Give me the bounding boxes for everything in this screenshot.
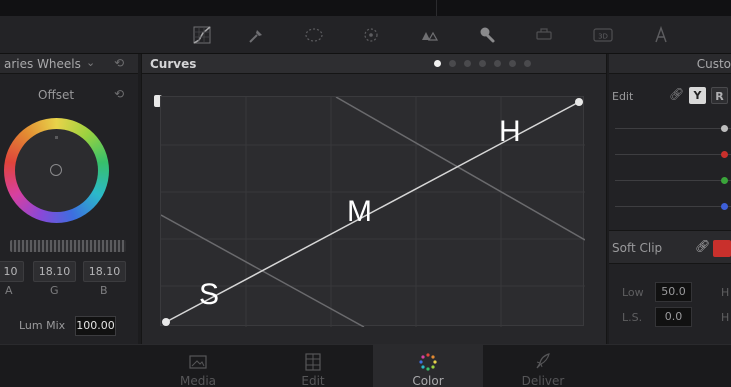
pager-dot[interactable]: [479, 60, 486, 67]
channel-y-button[interactable]: Y: [689, 87, 706, 104]
slider-handle[interactable]: [721, 177, 728, 184]
page-label: Deliver: [521, 374, 565, 387]
page-label: Edit: [301, 374, 325, 387]
wheel-reset-icon[interactable]: ⟲: [114, 87, 124, 101]
pager-dot[interactable]: [449, 60, 456, 67]
pager-dot[interactable]: [464, 60, 471, 67]
page-label: Media: [179, 374, 217, 387]
deliver-icon: [536, 353, 550, 369]
link-icon[interactable]: 🔗︎: [695, 239, 710, 253]
color-icon: [419, 353, 437, 371]
window-icon[interactable]: [303, 24, 325, 46]
magic-mask-icon[interactable]: [418, 24, 440, 46]
3d-label: 3D: [598, 33, 608, 41]
ls-label: L.S.: [622, 311, 643, 324]
slider-handle[interactable]: [721, 125, 728, 132]
media-icon: [189, 355, 207, 369]
custom-curves-side-panel: Custo Edit 🔗︎ Y R Soft Clip 🔗︎ Low 50.0 …: [609, 54, 731, 344]
wheels-header: aries Wheels ⌄ ⟲: [0, 54, 138, 74]
curves-panel: Curves S M H: [141, 54, 607, 344]
curves-header: Curves: [142, 54, 606, 74]
channel-r-button[interactable]: R: [711, 87, 728, 104]
3d-icon[interactable]: 3D: [592, 24, 614, 46]
soft-clip-label: Soft Clip: [612, 241, 663, 255]
custom-title: Custo: [696, 57, 731, 71]
soft-clip-header: Soft Clip 🔗︎: [609, 230, 731, 264]
offset-label: Offset: [38, 88, 75, 102]
eyedropper-icon[interactable]: [245, 24, 267, 46]
intensity-slider-b[interactable]: [615, 203, 731, 210]
key-icon[interactable]: [533, 24, 555, 46]
page-tab-media[interactable]: Media: [143, 345, 253, 387]
motion-effects-icon[interactable]: [650, 24, 672, 46]
wheel-tick: [55, 136, 58, 139]
chevron-down-icon[interactable]: ⌄: [86, 56, 95, 69]
value-b[interactable]: 18.10: [83, 261, 126, 282]
reset-icon[interactable]: ⟲: [114, 56, 124, 70]
curve-point-white[interactable]: [575, 98, 583, 106]
lum-mix-input[interactable]: 100.00: [75, 316, 116, 336]
edit-label: Edit: [612, 90, 634, 103]
label-g: G: [50, 284, 59, 297]
overlay-label-h: H: [499, 115, 521, 148]
page-tab-color[interactable]: Color: [373, 345, 483, 387]
tracker-icon[interactable]: [360, 24, 382, 46]
low-input[interactable]: 50.0: [655, 282, 692, 302]
page-tab-edit[interactable]: Edit: [258, 345, 368, 387]
offset-color-wheel[interactable]: [4, 118, 109, 223]
ls-input[interactable]: 0.0: [655, 307, 692, 327]
slider-handle[interactable]: [721, 203, 728, 210]
curves-title: Curves: [150, 57, 197, 71]
overlay-label-s: S: [199, 278, 220, 311]
intensity-slider-r[interactable]: [615, 151, 731, 158]
pager-dot[interactable]: [524, 60, 531, 67]
low-label: Low: [622, 286, 644, 299]
lum-mix-label: Lum Mix: [19, 319, 66, 332]
overlay-label-m: M: [347, 195, 372, 228]
value-a[interactable]: 10: [0, 261, 24, 282]
page-tab-deliver[interactable]: Deliver: [488, 345, 598, 387]
panel-seam: [436, 0, 437, 16]
pager-dot[interactable]: [494, 60, 501, 67]
high-label: H: [721, 286, 730, 299]
wheels-title: aries Wheels: [4, 57, 81, 71]
page-label: Color: [412, 374, 444, 387]
label-a: A: [5, 284, 13, 297]
intensity-slider-g[interactable]: [615, 177, 731, 184]
soft-clip-channel-button[interactable]: [713, 240, 731, 257]
curve-point-black[interactable]: [162, 318, 170, 326]
page-navigation-bar: Media Edit Color Deliver: [0, 344, 731, 387]
slider-handle[interactable]: [721, 151, 728, 158]
blur-icon[interactable]: [476, 24, 498, 46]
color-wheels-panel: aries Wheels ⌄ ⟲ Offset ⟲ 10 18.10 18.10…: [0, 54, 138, 344]
offset-values: 10 18.10 18.10 A G B: [0, 261, 138, 297]
label-b: B: [100, 284, 108, 297]
intensity-slider-y[interactable]: [615, 125, 731, 132]
custom-header: Custo: [609, 54, 731, 74]
wheel-center-handle[interactable]: [50, 164, 62, 176]
edit-icon: [305, 353, 321, 371]
link-icon[interactable]: 🔗︎: [669, 87, 684, 101]
pager-dot[interactable]: [509, 60, 516, 67]
top-strip: [0, 0, 731, 16]
value-g[interactable]: 18.10: [33, 261, 76, 282]
hs-label: H: [721, 311, 730, 324]
curves-icon[interactable]: [191, 24, 213, 46]
palette-toolbar: 3D: [0, 16, 731, 54]
pager-dot[interactable]: [434, 60, 441, 67]
offset-jog-wheel[interactable]: [10, 240, 126, 252]
